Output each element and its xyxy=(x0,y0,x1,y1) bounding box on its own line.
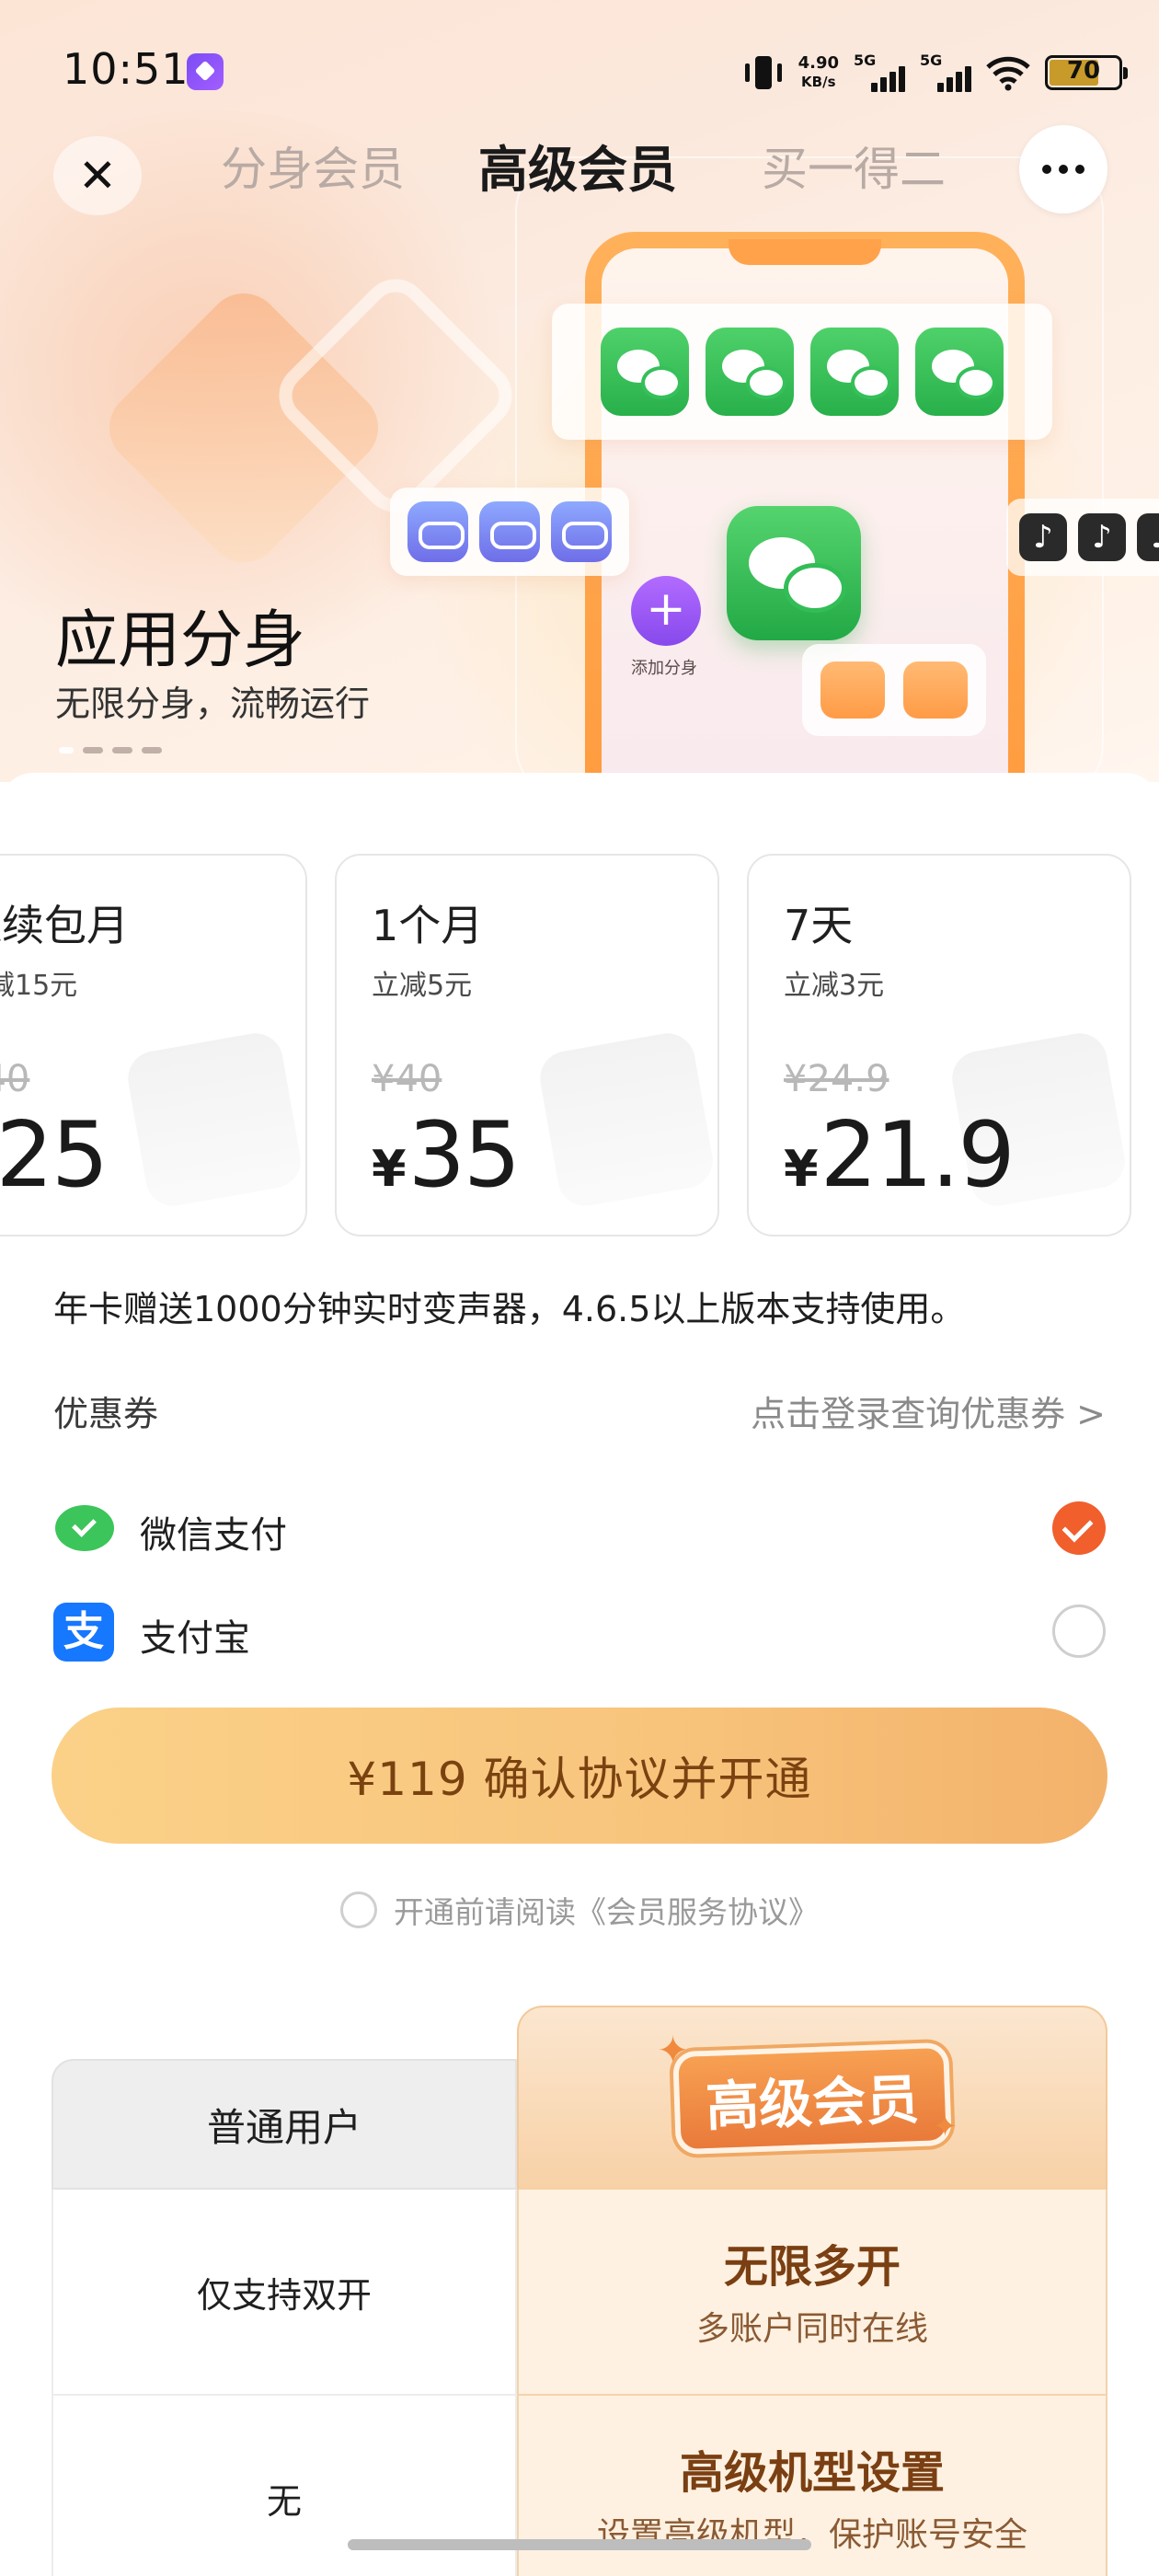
payment-option-wechat[interactable]: 微信支付 xyxy=(53,1492,1106,1566)
top-nav: ✕ 分身会员 高级会员 买一得二 xyxy=(0,120,1159,221)
carousel-dot[interactable] xyxy=(59,747,74,753)
tab-clone-member[interactable]: 分身会员 xyxy=(221,132,405,199)
music-clone-card: ♪ ♪ ♪ xyxy=(1006,499,1159,576)
home-indicator[interactable] xyxy=(348,2539,811,2550)
more-options-button[interactable] xyxy=(1019,125,1107,213)
plan-name: 连续包月 xyxy=(0,901,129,950)
banner-title: 应用分身 xyxy=(55,604,306,677)
header-basic-user: 普通用户 xyxy=(52,2059,517,2190)
tab-premium-member[interactable]: 高级会员 xyxy=(478,129,677,201)
agreement-row[interactable]: 开通前请阅读《会员服务协议》 xyxy=(0,1888,1159,1932)
carousel-indicator[interactable] xyxy=(59,747,162,753)
plan-original-price: ¥40 xyxy=(0,1058,30,1100)
gamepad-icon xyxy=(551,501,612,562)
wechat-icon xyxy=(810,328,899,416)
network-speed: 4.90 KB/s xyxy=(798,53,839,91)
close-button[interactable]: ✕ xyxy=(53,136,142,215)
vibrate-icon xyxy=(743,54,784,91)
add-clone-icon: + xyxy=(631,576,701,646)
payment-label: 微信支付 xyxy=(140,1514,287,1557)
plan-discount: 立减3元 xyxy=(784,970,885,1002)
premium-feature-desc: 多账户同时在线 xyxy=(695,2310,928,2348)
premium-badge: 高级会员 xyxy=(678,2048,947,2149)
payment-label: 支付宝 xyxy=(140,1617,250,1660)
coupon-row[interactable]: 优惠券 点击登录查询优惠券 > xyxy=(53,1386,1106,1441)
payment-radio[interactable] xyxy=(1052,1604,1106,1658)
agreement-text[interactable]: 开通前请阅读《会员服务协议》 xyxy=(394,1888,819,1932)
member-comparison-table: 普通用户 ✦ 高级会员 ✦ 仅支持双开 无限多开 多账户同时在线 无 高级机型设… xyxy=(52,2006,1107,2576)
header-premium-member: ✦ 高级会员 ✦ xyxy=(517,2006,1107,2190)
plan-original-price: ¥24.9 xyxy=(784,1058,889,1100)
game-clone-card xyxy=(802,644,986,736)
plan-name: 1个月 xyxy=(372,901,484,950)
wifi-icon xyxy=(986,56,1030,91)
basic-feature: 仅支持双开 xyxy=(52,2190,517,2396)
wechat-icon xyxy=(706,328,794,416)
purchase-sheet: 连续包月 立减15元 ¥40 ¥25 1个月 立减5元 ¥40 ¥35 7天 立… xyxy=(0,773,1159,2576)
battery-icon: 70 xyxy=(1045,55,1128,90)
wechat-clone-tray xyxy=(552,304,1052,440)
plan-card-1-month[interactable]: 1个月 立减5元 ¥40 ¥35 xyxy=(335,854,719,1236)
agreement-checkbox[interactable] xyxy=(340,1892,377,1928)
plan-card-7-days[interactable]: 7天 立减3元 ¥24.9 ¥21.9 xyxy=(747,854,1131,1236)
tab-buy-one-get-two[interactable]: 买一得二 xyxy=(762,132,946,199)
game-app-icon xyxy=(903,661,968,719)
plan-discount: 立减15元 xyxy=(0,970,78,1002)
close-icon: ✕ xyxy=(78,149,117,202)
plan-price: ¥35 xyxy=(372,1103,521,1208)
plan-discount: 立减5元 xyxy=(372,970,473,1002)
coupon-login-link[interactable]: 点击登录查询优惠券 > xyxy=(751,1386,1106,1436)
music-note-icon: ♪ xyxy=(1019,513,1067,561)
sparkle-icon: ✦ xyxy=(933,2109,958,2144)
plan-original-price: ¥40 xyxy=(372,1058,442,1100)
banner-subtitle: 无限分身，流畅运行 xyxy=(55,684,371,724)
wechat-icon xyxy=(601,328,689,416)
plan-price: ¥21.9 xyxy=(784,1103,1016,1208)
status-bar: 10:51 4.90 KB/s 5G 5G 70 xyxy=(0,0,1159,138)
premium-feature: 无限多开 多账户同时在线 xyxy=(517,2190,1107,2396)
gamepad-icon xyxy=(479,501,540,562)
premium-feature-title: 高级机型设置 xyxy=(679,2447,945,2499)
app-notification-icon xyxy=(187,53,224,90)
plan-price: ¥25 xyxy=(0,1103,109,1208)
carousel-dot[interactable] xyxy=(142,747,162,753)
plan-card-monthly-auto[interactable]: 连续包月 立减15元 ¥40 ¥25 xyxy=(0,854,307,1236)
more-icon xyxy=(1042,165,1051,174)
signal-icon: 5G xyxy=(920,52,971,92)
confirm-subscribe-label: ¥119 确认协议并开通 xyxy=(347,1753,812,1806)
wechat-icon xyxy=(915,328,1004,416)
music-note-icon: ♪ xyxy=(1078,513,1126,561)
music-note-icon: ♪ xyxy=(1137,513,1159,561)
coupon-label: 优惠券 xyxy=(53,1394,159,1434)
confirm-subscribe-button[interactable]: ¥119 确认协议并开通 xyxy=(52,1708,1107,1844)
game-clone-tray xyxy=(390,488,629,576)
carousel-dot[interactable] xyxy=(112,747,132,753)
payment-radio-selected[interactable] xyxy=(1052,1501,1106,1555)
gamepad-icon xyxy=(407,501,468,562)
add-clone-label: 添加分身 xyxy=(631,659,697,678)
comparison-row: 仅支持双开 无限多开 多账户同时在线 xyxy=(52,2190,1107,2396)
status-time: 10:51 xyxy=(63,44,189,94)
plan-notice: 年卡赠送1000分钟实时变声器，4.6.5以上版本支持使用。 xyxy=(53,1289,966,1329)
game-app-icon xyxy=(820,661,885,719)
signal-icon: 5G xyxy=(854,52,905,92)
premium-feature-title: 无限多开 xyxy=(723,2241,901,2293)
carousel-dot[interactable] xyxy=(83,747,103,753)
crown-watermark-icon xyxy=(535,1029,717,1211)
wechat-icon-large xyxy=(727,506,861,640)
crown-watermark-icon xyxy=(123,1029,305,1211)
alipay-icon: 支 xyxy=(53,1603,114,1662)
wechat-pay-icon xyxy=(53,1500,114,1558)
payment-option-alipay[interactable]: 支 支付宝 xyxy=(53,1595,1106,1669)
plan-name: 7天 xyxy=(784,901,854,950)
